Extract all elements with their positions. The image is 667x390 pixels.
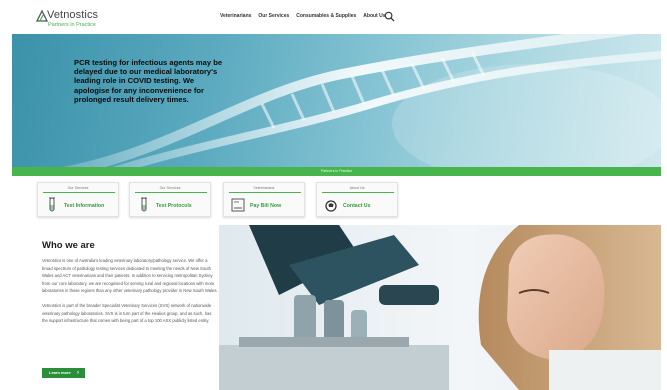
site-header: Vetnostics Partners in Practice Veterina… (0, 0, 667, 34)
card-contact-us[interactable]: About Us Contact Us (316, 182, 398, 217)
nav-our-services[interactable]: Our Services (258, 13, 289, 19)
intro-paragraph: Vetnostics is one of Australia's leading… (42, 258, 218, 294)
logo-name: Vetnostics (47, 9, 99, 21)
card-title: Contact Us (343, 203, 371, 209)
card-category: Our Services (67, 186, 89, 190)
tagline-bar: Partners in Practice (12, 167, 661, 176)
card-test-information[interactable]: Our Services Test Information (37, 182, 119, 217)
covid-notice: PCR testing for infectious agents may be… (74, 58, 223, 104)
phone-icon (325, 200, 337, 212)
nav-veterinarians[interactable]: Veterinarians (220, 13, 251, 19)
search-icon[interactable] (384, 11, 395, 22)
invoice-icon (231, 198, 245, 212)
card-pay-bill-now[interactable]: Veterinarians Pay Bill Now (223, 182, 305, 217)
card-category: About Us (349, 186, 365, 190)
card-divider (43, 192, 115, 193)
hero-banner: PCR testing for infectious agents may be… (12, 34, 661, 167)
chevron-right-icon: › (77, 370, 79, 376)
nav-about-us[interactable]: About Us (363, 13, 385, 19)
logo[interactable]: Vetnostics Partners in Practice (36, 8, 116, 30)
logo-tagline: Partners in Practice (48, 22, 96, 28)
card-title: Test Protocols (156, 203, 192, 209)
main-nav: Veterinarians Our Services Consumables &… (220, 13, 386, 19)
card-divider (229, 192, 301, 193)
network-paragraph: Vetnostics is part of the broader Specia… (42, 302, 212, 324)
learn-more-label: Learn more (49, 370, 71, 375)
lab-scientist-image (219, 225, 661, 390)
card-divider (135, 192, 207, 193)
nav-consumables-supplies[interactable]: Consumables & Supplies (296, 13, 356, 19)
card-category: Our Services (159, 186, 181, 190)
learn-more-button[interactable]: Learn more › (42, 368, 85, 378)
card-title: Pay Bill Now (250, 203, 282, 209)
card-test-protocols[interactable]: Our Services Test Protocols (129, 182, 211, 217)
test-tube-icon (141, 197, 147, 212)
card-category: Veterinarians (253, 186, 275, 190)
who-we-are-section: Who we are Vetnostics is one of Australi… (42, 240, 218, 332)
card-divider (322, 192, 394, 193)
section-heading: Who we are (42, 240, 95, 251)
quick-links: Our Services Test Information Our Servic… (37, 182, 417, 218)
test-tube-icon (49, 197, 55, 212)
microscope-photo (219, 225, 661, 390)
card-title: Test Information (64, 203, 105, 209)
